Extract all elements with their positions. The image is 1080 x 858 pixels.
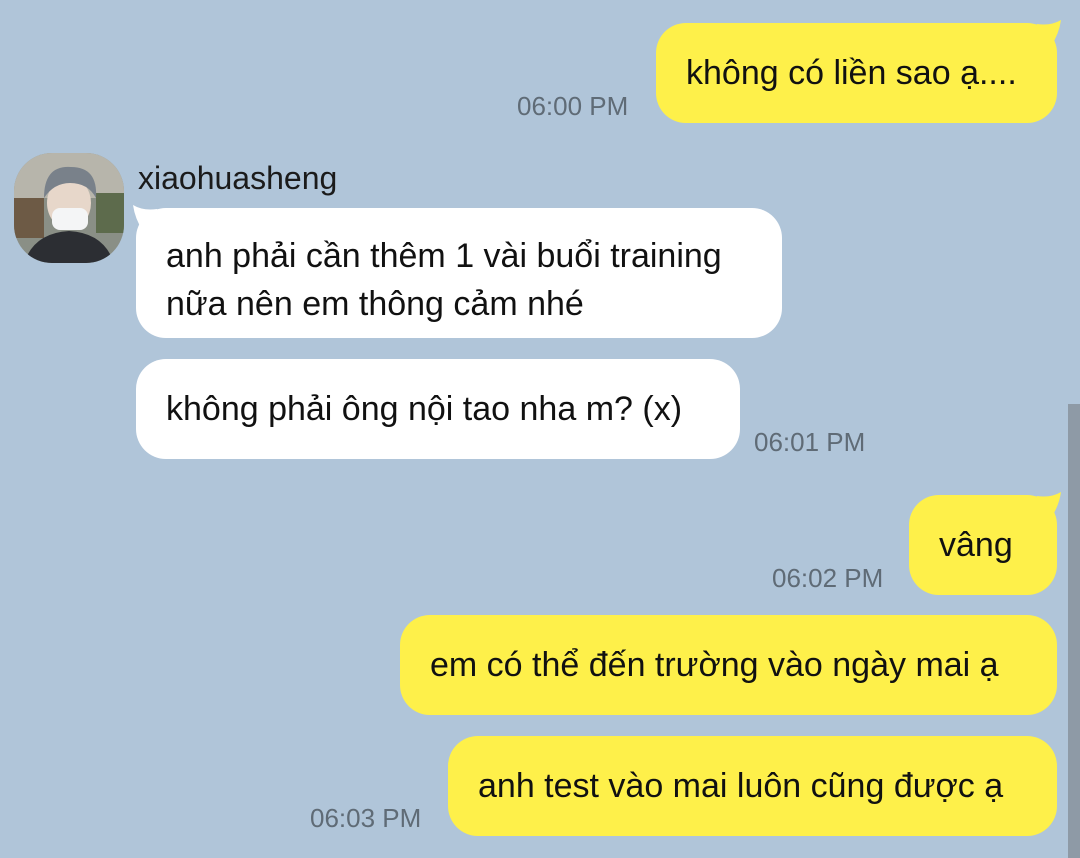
message-text: không phải ông nội tao nha m? (x) — [166, 390, 683, 428]
contact-name: xiaohuasheng — [138, 160, 338, 196]
chat-scrollbar[interactable] — [1068, 404, 1080, 858]
message-timestamp: 06:01 PM — [754, 427, 866, 457]
message-text: em có thể đến trường vào ngày mai ạ — [430, 646, 999, 684]
message-text: vâng — [939, 526, 1013, 564]
message-bubble-incoming[interactable]: không phải ông nội tao nha m? (x) — [136, 359, 740, 459]
message-text: không có liền sao ạ.... — [686, 54, 1017, 92]
contact-avatar[interactable] — [14, 153, 124, 263]
message-text: anh test vào mai luôn cũng được ạ — [478, 767, 1004, 805]
message-timestamp: 06:00 PM — [517, 91, 629, 121]
bubble-tail — [1037, 20, 1061, 46]
message-bubble-outgoing[interactable]: em có thể đến trường vào ngày mai ạ — [400, 615, 1057, 715]
message-bubble-incoming[interactable]: anh phải cần thêm 1 vài buổi training nữ… — [136, 208, 782, 338]
message-bubble-outgoing[interactable]: không có liền sao ạ.... — [656, 23, 1057, 123]
message-text: anh phải cần thêm 1 vài buổi training nữ… — [166, 237, 722, 323]
message-timestamp: 06:02 PM — [772, 563, 884, 593]
bubble-tail — [1037, 492, 1061, 518]
message-bubble-outgoing[interactable]: anh test vào mai luôn cũng được ạ — [448, 736, 1057, 836]
message-bubble-outgoing[interactable]: vâng — [909, 495, 1057, 595]
message-timestamp: 06:03 PM — [310, 803, 422, 833]
